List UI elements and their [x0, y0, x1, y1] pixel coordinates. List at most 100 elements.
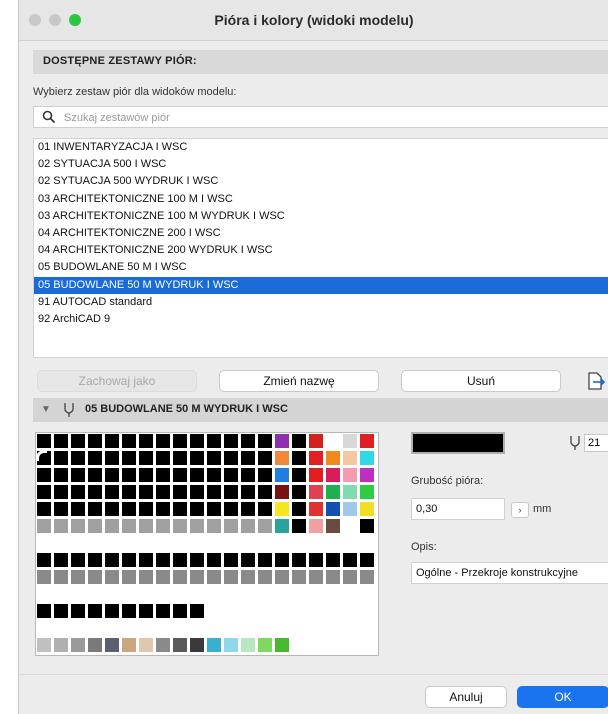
pen-swatch[interactable]	[359, 637, 375, 653]
pen-swatch[interactable]	[308, 518, 324, 534]
pen-swatch[interactable]	[240, 467, 256, 483]
pen-swatch[interactable]	[121, 552, 137, 568]
pen-swatch[interactable]	[359, 552, 375, 568]
pen-set-list[interactable]: 01 INWENTARYZACJA I WSC 02 SYTUACJA 500 I…	[33, 138, 608, 358]
pen-swatch[interactable]	[87, 450, 103, 466]
pen-swatch[interactable]	[325, 637, 341, 653]
pen-swatch[interactable]	[240, 552, 256, 568]
list-item[interactable]: 04 ARCHITEKTONICZNE 200 WYDRUK I WSC	[34, 242, 608, 259]
pen-swatch[interactable]	[308, 433, 324, 449]
pen-swatch[interactable]	[172, 552, 188, 568]
pen-swatch[interactable]	[172, 433, 188, 449]
pen-swatch[interactable]	[240, 501, 256, 517]
pen-swatch[interactable]	[189, 450, 205, 466]
pen-swatch[interactable]	[223, 603, 239, 619]
list-item[interactable]: 91 AUTOCAD standard	[34, 294, 608, 311]
pen-swatch[interactable]	[291, 450, 307, 466]
pen-swatch[interactable]	[189, 637, 205, 653]
pen-swatch[interactable]	[121, 620, 137, 636]
pen-swatch[interactable]	[53, 637, 69, 653]
pen-swatch[interactable]	[70, 552, 86, 568]
pen-swatch[interactable]	[257, 603, 273, 619]
pen-swatch[interactable]	[189, 484, 205, 500]
pen-swatch[interactable]	[223, 484, 239, 500]
pen-swatch[interactable]	[291, 484, 307, 500]
pen-swatch[interactable]	[70, 484, 86, 500]
pen-swatch[interactable]	[325, 535, 341, 551]
pen-swatch[interactable]	[240, 586, 256, 602]
list-item[interactable]: 03 ARCHITEKTONICZNE 100 M WYDRUK I WSC	[34, 208, 608, 225]
pen-color-swatch[interactable]	[411, 432, 505, 454]
pen-swatch[interactable]	[223, 637, 239, 653]
pen-swatch[interactable]	[206, 552, 222, 568]
pen-swatch[interactable]	[121, 484, 137, 500]
pen-swatch[interactable]	[240, 620, 256, 636]
pen-swatch[interactable]	[308, 603, 324, 619]
pen-swatch[interactable]	[53, 450, 69, 466]
pen-swatch[interactable]	[121, 433, 137, 449]
pen-swatch[interactable]	[53, 603, 69, 619]
pen-swatch[interactable]	[104, 433, 120, 449]
pen-swatch[interactable]	[274, 518, 290, 534]
pen-swatch[interactable]	[325, 501, 341, 517]
pen-swatch[interactable]	[87, 586, 103, 602]
pen-swatch[interactable]	[36, 501, 52, 517]
pen-swatch[interactable]	[308, 569, 324, 585]
pen-swatch[interactable]	[87, 620, 103, 636]
pen-swatch[interactable]	[257, 620, 273, 636]
pen-swatch[interactable]	[104, 620, 120, 636]
pen-swatch[interactable]	[87, 484, 103, 500]
pen-swatch[interactable]	[189, 518, 205, 534]
pen-swatch[interactable]	[70, 450, 86, 466]
pen-swatch[interactable]	[342, 484, 358, 500]
pen-swatch[interactable]	[359, 433, 375, 449]
pen-swatch[interactable]	[223, 586, 239, 602]
pen-swatch[interactable]	[53, 467, 69, 483]
pen-swatch[interactable]	[189, 603, 205, 619]
pen-swatch[interactable]	[223, 569, 239, 585]
export-icon[interactable]	[584, 370, 606, 392]
pen-swatch[interactable]	[359, 467, 375, 483]
pen-swatch[interactable]	[172, 620, 188, 636]
pen-swatch[interactable]	[121, 501, 137, 517]
pen-swatch[interactable]	[342, 637, 358, 653]
pen-swatch[interactable]	[104, 450, 120, 466]
pen-swatch[interactable]	[121, 535, 137, 551]
pen-swatch[interactable]	[36, 552, 52, 568]
pen-swatch[interactable]	[138, 433, 154, 449]
search-input[interactable]	[62, 109, 586, 127]
pen-swatch[interactable]	[308, 535, 324, 551]
save-as-button[interactable]: Zachowaj jako	[37, 370, 197, 392]
pen-swatch[interactable]	[36, 620, 52, 636]
pen-swatch[interactable]	[138, 586, 154, 602]
pen-swatch[interactable]	[359, 569, 375, 585]
pen-swatch[interactable]	[206, 501, 222, 517]
pen-swatch[interactable]	[138, 603, 154, 619]
pen-swatch[interactable]	[359, 518, 375, 534]
pen-swatch[interactable]	[87, 603, 103, 619]
pen-swatch[interactable]	[121, 586, 137, 602]
pen-swatch[interactable]	[274, 603, 290, 619]
pen-swatch[interactable]	[104, 484, 120, 500]
pen-swatch[interactable]	[155, 467, 171, 483]
pen-swatch[interactable]	[223, 518, 239, 534]
pen-swatch[interactable]	[104, 637, 120, 653]
pen-swatch[interactable]	[206, 586, 222, 602]
weight-stepper-button[interactable]: ›	[511, 502, 529, 518]
pen-swatch[interactable]	[291, 620, 307, 636]
pen-swatch[interactable]	[104, 603, 120, 619]
pen-swatch[interactable]	[274, 484, 290, 500]
pen-swatch[interactable]	[36, 586, 52, 602]
pen-swatch[interactable]	[257, 450, 273, 466]
pen-swatch[interactable]	[342, 535, 358, 551]
pen-swatch[interactable]	[359, 501, 375, 517]
pen-swatch[interactable]	[189, 620, 205, 636]
pen-swatch[interactable]	[155, 620, 171, 636]
pen-swatch[interactable]	[223, 450, 239, 466]
pen-swatch[interactable]	[70, 586, 86, 602]
pen-swatch[interactable]	[291, 535, 307, 551]
list-item[interactable]: 03 ARCHITEKTONICZNE 100 M I WSC	[34, 191, 608, 208]
pen-swatch[interactable]	[257, 535, 273, 551]
pen-swatch[interactable]	[274, 620, 290, 636]
pen-swatch[interactable]	[206, 450, 222, 466]
